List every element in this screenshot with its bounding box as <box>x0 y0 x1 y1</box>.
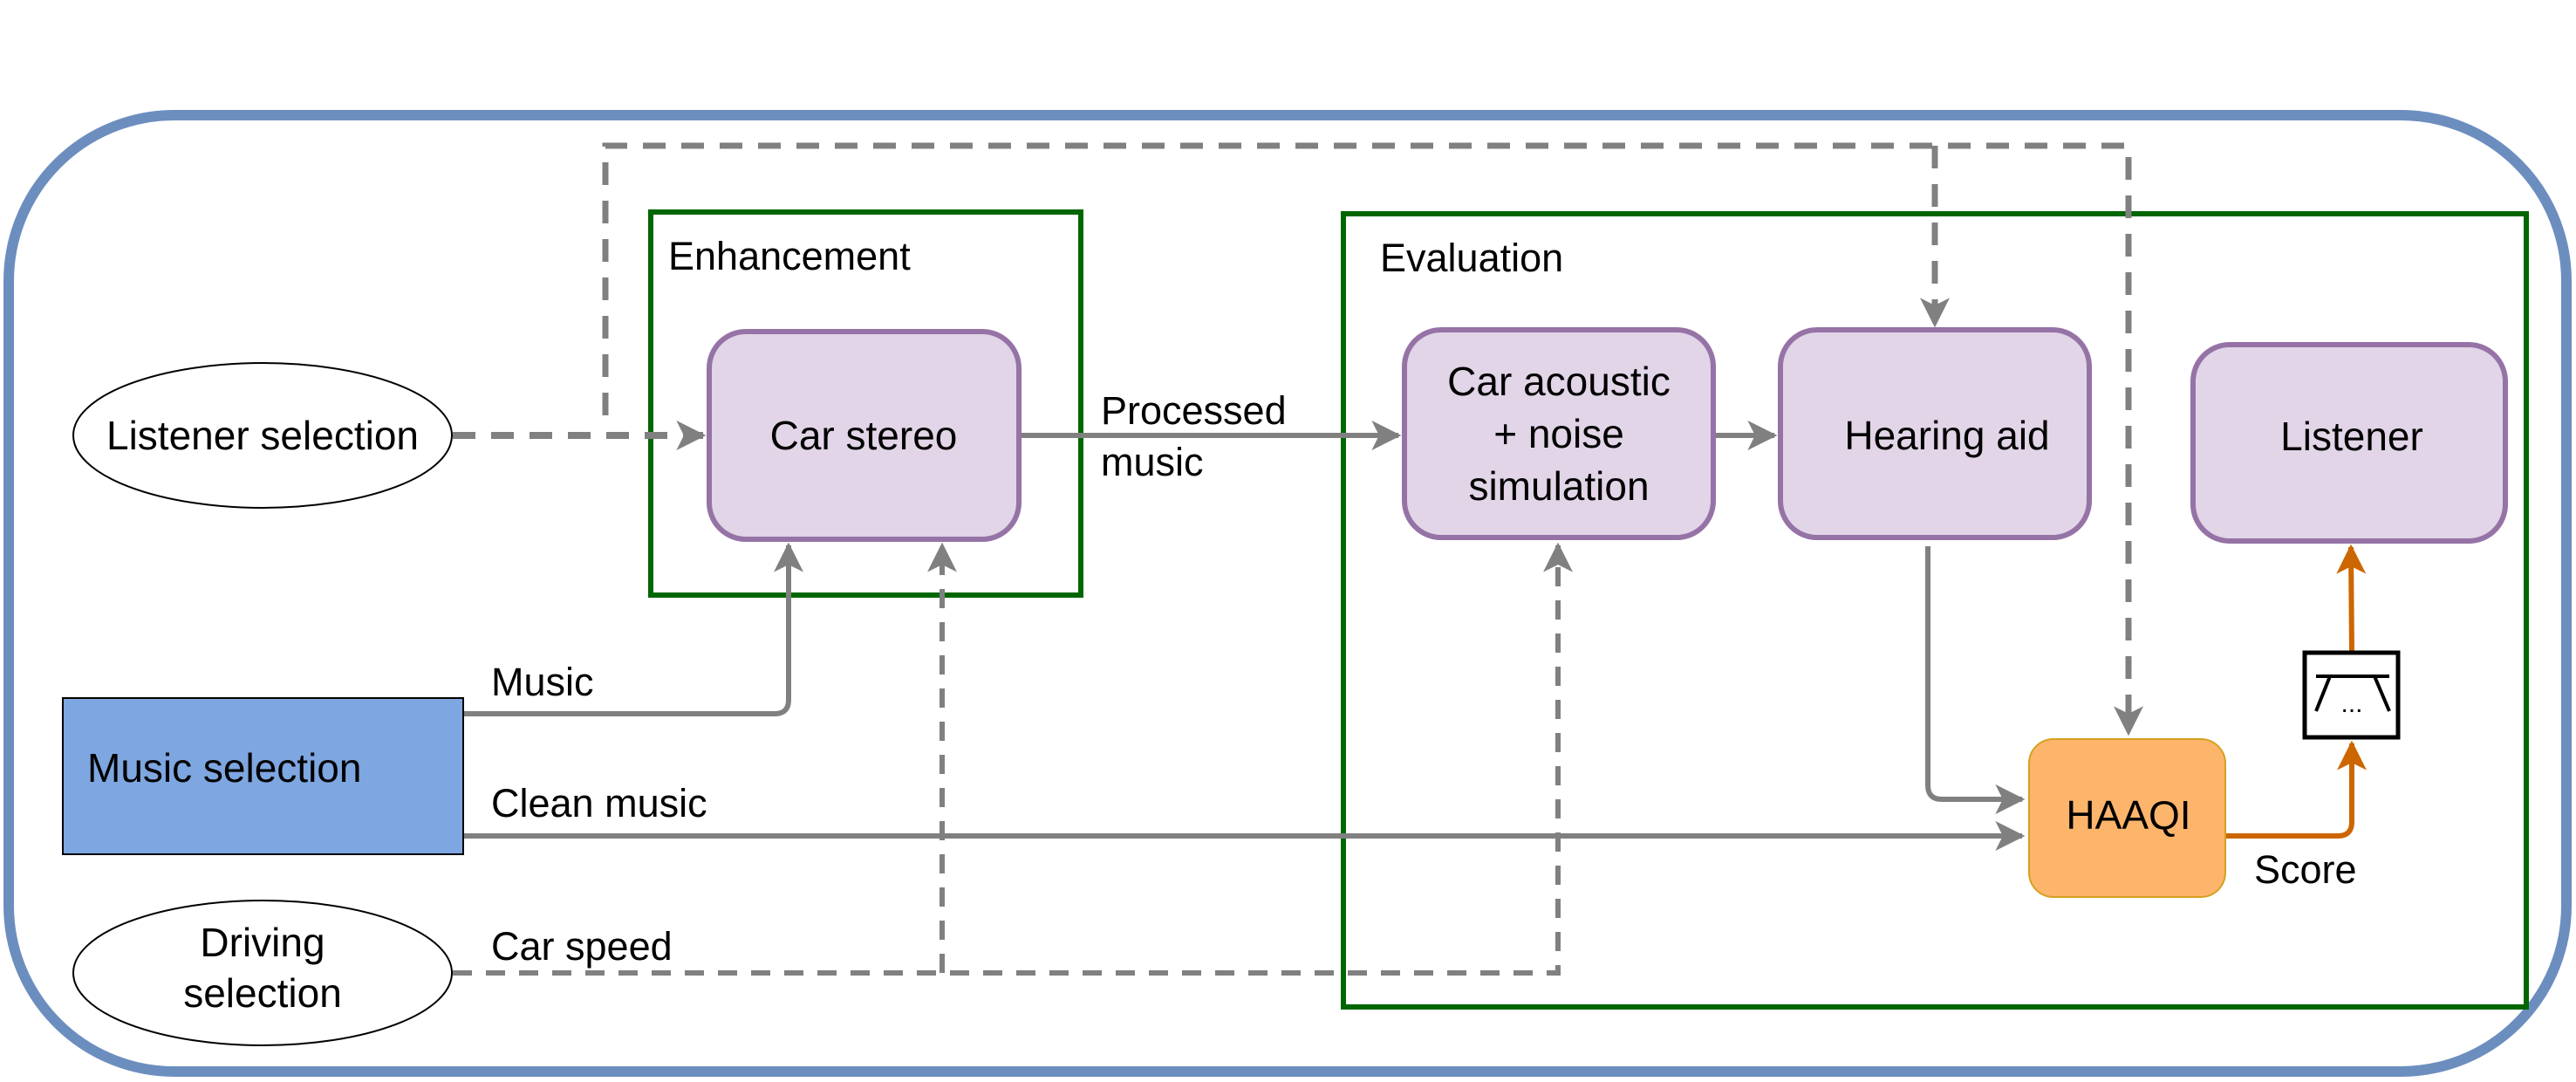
hearing-aid-label: Hearing aid <box>1844 413 2049 458</box>
edge-driving-bus[interactable] <box>453 542 1573 976</box>
processed-music-label-line2: music <box>1101 440 1204 484</box>
driving-selection-label-line2: selection <box>183 970 342 1016</box>
car-acoustic-label-line1: Car acoustic <box>1447 359 1671 404</box>
filter-ellipsis: ... <box>2340 689 2362 718</box>
car-stereo-label: Car stereo <box>770 413 958 458</box>
edge-filter-to-listener[interactable] <box>2336 544 2367 654</box>
driving-selection-node[interactable]: Driving selection <box>72 900 453 1046</box>
car-acoustic-node[interactable]: Car acoustic + noise simulation <box>1402 327 1716 540</box>
listener-label: Listener <box>2280 414 2423 459</box>
car-acoustic-label-line3: simulation <box>1468 463 1649 509</box>
edge-score-to-filter[interactable] <box>2225 740 2367 839</box>
music-selection-label: Music selection <box>87 745 361 791</box>
edge-hearing-aid-to-haaqi[interactable] <box>1925 546 2026 814</box>
car-acoustic-label-line2: + noise <box>1493 411 1624 456</box>
score-edge-label: Score <box>2254 847 2357 892</box>
pipeline-diagram: Enhancement Evaluation Listener selectio… <box>3 110 2572 1077</box>
evaluation-group-label: Evaluation <box>1380 236 1563 280</box>
enhancement-group-label: Enhancement <box>668 234 911 278</box>
listener-selection-label: Listener selection <box>106 413 419 458</box>
listener-selection-node[interactable]: Listener selection <box>72 362 453 509</box>
haaqi-label: HAAQI <box>2066 792 2190 838</box>
processed-music-label-line1: Processed <box>1101 388 1287 433</box>
clean-music-edge-label: Clean music <box>491 781 707 825</box>
car-stereo-node[interactable]: Car stereo <box>707 329 1022 542</box>
music-selection-node[interactable]: Music selection <box>62 697 464 855</box>
music-edge-label: Music <box>491 660 594 704</box>
car-speed-edge-label: Car speed <box>491 924 673 969</box>
haaqi-node[interactable]: HAAQI <box>2028 738 2226 898</box>
driving-selection-label-line1: Driving <box>200 920 325 965</box>
filter-block[interactable]: ... <box>2302 650 2401 740</box>
hearing-aid-node[interactable]: Hearing aid <box>1778 327 2092 540</box>
listener-node[interactable]: Listener <box>2190 342 2508 544</box>
